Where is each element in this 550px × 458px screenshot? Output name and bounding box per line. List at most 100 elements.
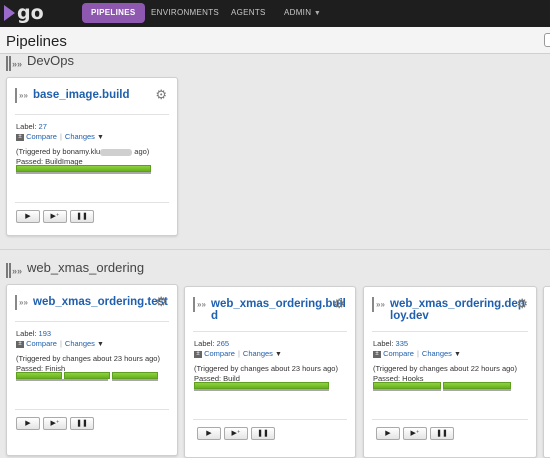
divider-pipe: | (59, 339, 62, 348)
nav-agents[interactable]: AGENTS (231, 3, 266, 23)
stage-bar[interactable] (373, 382, 441, 389)
stage-underline (373, 389, 441, 391)
logo-text: go (17, 2, 44, 24)
stage-bar[interactable] (16, 372, 62, 379)
pipeline-flag-icon: »» (15, 295, 31, 310)
stage-bar[interactable] (16, 165, 151, 172)
pause-button[interactable]: ❚❚ (430, 427, 454, 440)
nav-environments[interactable]: ENVIRONMENTS (151, 3, 219, 23)
chevron-down-icon[interactable]: ▼ (97, 134, 104, 141)
stage-underline (16, 172, 151, 174)
divider (193, 331, 347, 332)
pipeline-name-link[interactable]: web_xmas_ordering.test (33, 296, 168, 308)
trigger-button[interactable]: ▶ (376, 427, 400, 440)
compare-icon: ± (16, 133, 24, 141)
pipeline-card-partial (543, 286, 550, 458)
chevron-down-icon[interactable]: ▼ (275, 351, 282, 358)
trigger-with-options-button[interactable]: ▶⁺ (43, 417, 67, 430)
divider (372, 419, 528, 420)
pipeline-card: »» web_xmas_ordering.buil d ⚙ Label: 265 … (184, 286, 356, 458)
pipeline-label-link[interactable]: 335 (396, 339, 409, 348)
pipeline-name-line1: web_xmas_ordering.dep (390, 298, 525, 310)
stage-bar-group (16, 165, 151, 174)
nav-admin-label: ADMIN (284, 8, 312, 17)
stage-underline (16, 379, 108, 381)
triggered-by-text-end: ago) (132, 147, 150, 156)
page-title: Pipelines (6, 33, 67, 50)
triggered-by-text: (Triggered by bonamy.klu (16, 147, 101, 156)
compare-link[interactable]: Compare (204, 349, 235, 358)
triggered-by-text: (Triggered by changes about 23 hours ago… (194, 364, 338, 373)
compare-link[interactable]: Compare (26, 132, 57, 141)
divider-pipe: | (416, 349, 419, 358)
group-divider (0, 249, 550, 250)
gear-icon[interactable]: ⚙ (155, 294, 167, 310)
pipeline-card: »» base_image.build ⚙ Label: 27 ± Compar… (6, 77, 178, 236)
gear-icon[interactable]: ⚙ (516, 296, 528, 312)
chevron-down-icon[interactable]: ▼ (97, 341, 104, 348)
divider-pipe: | (59, 132, 62, 141)
stage-bar[interactable] (64, 372, 110, 379)
header-action-button[interactable] (544, 33, 550, 47)
pipeline-name-line2: loy.dev (390, 310, 429, 322)
pipeline-name-line2: d (211, 310, 219, 322)
gear-icon[interactable]: ⚙ (155, 87, 167, 103)
trigger-with-options-button[interactable]: ▶⁺ (224, 427, 248, 440)
stage-underline (443, 389, 511, 391)
divider (15, 114, 169, 115)
pause-button[interactable]: ❚❚ (70, 210, 94, 223)
divider (15, 202, 169, 203)
compare-link[interactable]: Compare (26, 339, 57, 348)
chevron-down-icon: ▼ (313, 10, 322, 17)
triggered-by-text: (Triggered by changes about 22 hours ago… (373, 364, 517, 373)
compare-icon: ± (373, 350, 381, 358)
top-nav-bar: go PIPELINES ENVIRONMENTS AGENTS ADMIN ▼ (0, 0, 550, 27)
pipeline-meta: Label: 193 ± Compare | Changes ▼ (Triggere… (16, 329, 160, 374)
compare-link[interactable]: Compare (383, 349, 414, 358)
pipeline-meta: Label: 335 ± Compare | Changes ▼ (Triggere… (373, 339, 517, 384)
pipeline-name-link[interactable]: base_image.build (33, 89, 130, 101)
trigger-button[interactable]: ▶ (16, 210, 40, 223)
nav-pipelines[interactable]: PIPELINES (82, 3, 145, 23)
pipeline-meta: Label: 265 ± Compare | Changes ▼ (Triggere… (194, 339, 338, 384)
pipeline-name-link[interactable]: web_xmas_ordering.dep loy.dev (390, 298, 525, 322)
pipeline-flag-icon: »» (193, 297, 209, 312)
trigger-button[interactable]: ▶ (197, 427, 221, 440)
gear-icon[interactable]: ⚙ (333, 296, 345, 312)
pause-button[interactable]: ❚❚ (70, 417, 94, 430)
pipeline-group-name: web_xmas_ordering (27, 260, 145, 275)
changes-link[interactable]: Changes (422, 349, 452, 358)
triggered-by-text: (Triggered by changes about 23 hours ago… (16, 354, 160, 363)
label-prefix: Label: (16, 122, 37, 131)
page-header: Pipelines (0, 27, 550, 54)
go-logo[interactable]: go (4, 2, 46, 24)
changes-link[interactable]: Changes (65, 132, 95, 141)
divider (193, 419, 347, 420)
pipeline-label-link[interactable]: 27 (39, 122, 47, 131)
label-prefix: Label: (16, 329, 37, 338)
changes-link[interactable]: Changes (65, 339, 95, 348)
trigger-button[interactable]: ▶ (16, 417, 40, 430)
pipeline-name-line1: web_xmas_ordering.buil (211, 298, 346, 310)
pipeline-group-icon: »» (6, 56, 22, 71)
divider-pipe: | (237, 349, 240, 358)
pipeline-group-name: DevOps (27, 53, 74, 68)
stage-bar[interactable] (443, 382, 511, 389)
stage-bar[interactable] (112, 372, 158, 379)
compare-icon: ± (194, 350, 202, 358)
divider (372, 331, 528, 332)
changes-link[interactable]: Changes (243, 349, 273, 358)
pipeline-group-icon: »» (6, 263, 22, 278)
pipeline-label-link[interactable]: 193 (39, 329, 52, 338)
stage-bar[interactable] (194, 382, 329, 389)
trigger-with-options-button[interactable]: ▶⁺ (43, 210, 67, 223)
label-prefix: Label: (373, 339, 394, 348)
nav-admin[interactable]: ADMIN ▼ (284, 3, 321, 23)
pipeline-card: »» web_xmas_ordering.test ⚙ Label: 193 ±… (6, 284, 178, 456)
stage-underline (194, 389, 329, 391)
pipeline-label-link[interactable]: 265 (217, 339, 230, 348)
pause-button[interactable]: ❚❚ (251, 427, 275, 440)
chevron-down-icon[interactable]: ▼ (454, 351, 461, 358)
pipeline-name-link[interactable]: web_xmas_ordering.buil d (211, 298, 346, 322)
trigger-with-options-button[interactable]: ▶⁺ (403, 427, 427, 440)
